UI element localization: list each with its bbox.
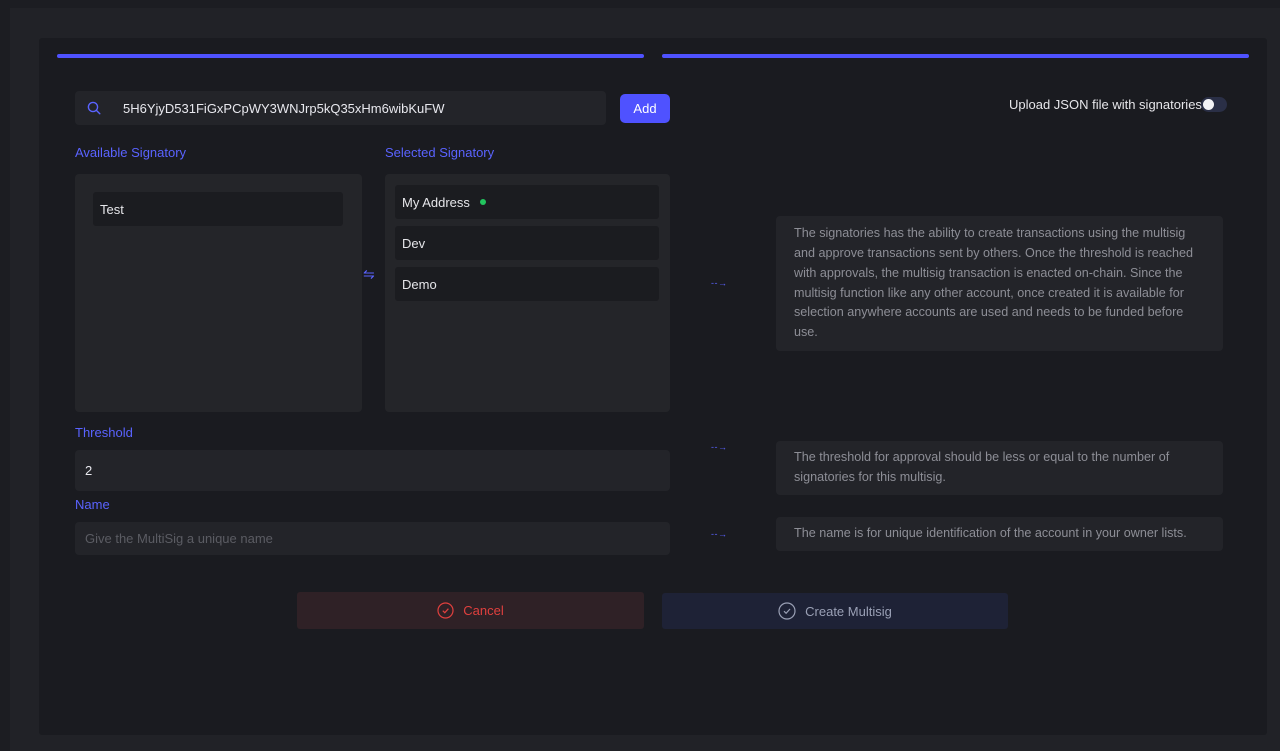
name-input[interactable]: [75, 522, 670, 555]
list-item[interactable]: Test: [93, 192, 343, 226]
signatory-name: Dev: [402, 235, 426, 251]
list-item[interactable]: My Address: [395, 185, 659, 219]
signatory-name: Demo: [402, 276, 437, 292]
selected-signatory-label: Selected Signatory: [385, 145, 495, 160]
signatory-name: My Address: [402, 194, 470, 210]
arrow-right-icon: - - →: [711, 278, 727, 288]
search-input[interactable]: [123, 91, 593, 125]
available-signatory-list: Test: [75, 174, 362, 412]
signatory-search: [75, 91, 606, 125]
cancel-label: Cancel: [463, 603, 504, 618]
step-indicator-2: [662, 54, 1249, 58]
name-help-text: The name is for unique identification of…: [776, 517, 1223, 551]
swap-icon: ⇋: [363, 266, 375, 282]
search-icon: [87, 101, 101, 115]
toggle-knob: [1203, 99, 1214, 110]
available-signatory-label: Available Signatory: [75, 145, 187, 160]
step-indicator-1: [57, 54, 644, 58]
threshold-input[interactable]: [75, 450, 670, 491]
create-check-icon: [778, 602, 796, 620]
online-status-dot: [479, 199, 486, 205]
selected-signatory-list: My Address Dev Demo: [385, 174, 670, 412]
name-field: [75, 522, 670, 555]
arrow-right-icon: - - →: [711, 442, 727, 452]
cancel-check-icon: [437, 602, 454, 619]
name-label: Name: [75, 497, 110, 512]
cancel-button[interactable]: Cancel: [297, 592, 644, 629]
list-item[interactable]: Demo: [395, 267, 659, 301]
list-item[interactable]: Dev: [395, 226, 659, 260]
threshold-help-text: The threshold for approval should be les…: [776, 441, 1223, 495]
threshold-field: [75, 450, 670, 491]
signatory-name: Test: [100, 201, 124, 217]
create-multisig-button[interactable]: Create Multisig: [662, 593, 1008, 629]
create-multisig-label: Create Multisig: [805, 603, 892, 619]
arrow-right-icon: - - →: [711, 529, 727, 539]
upload-json-toggle[interactable]: [1201, 97, 1227, 112]
upload-json-label: Upload JSON file with signatories: [1009, 97, 1202, 112]
add-button[interactable]: Add: [620, 94, 670, 123]
threshold-label: Threshold: [75, 425, 133, 440]
signatories-help-text: The signatories has the ability to creat…: [776, 216, 1223, 351]
